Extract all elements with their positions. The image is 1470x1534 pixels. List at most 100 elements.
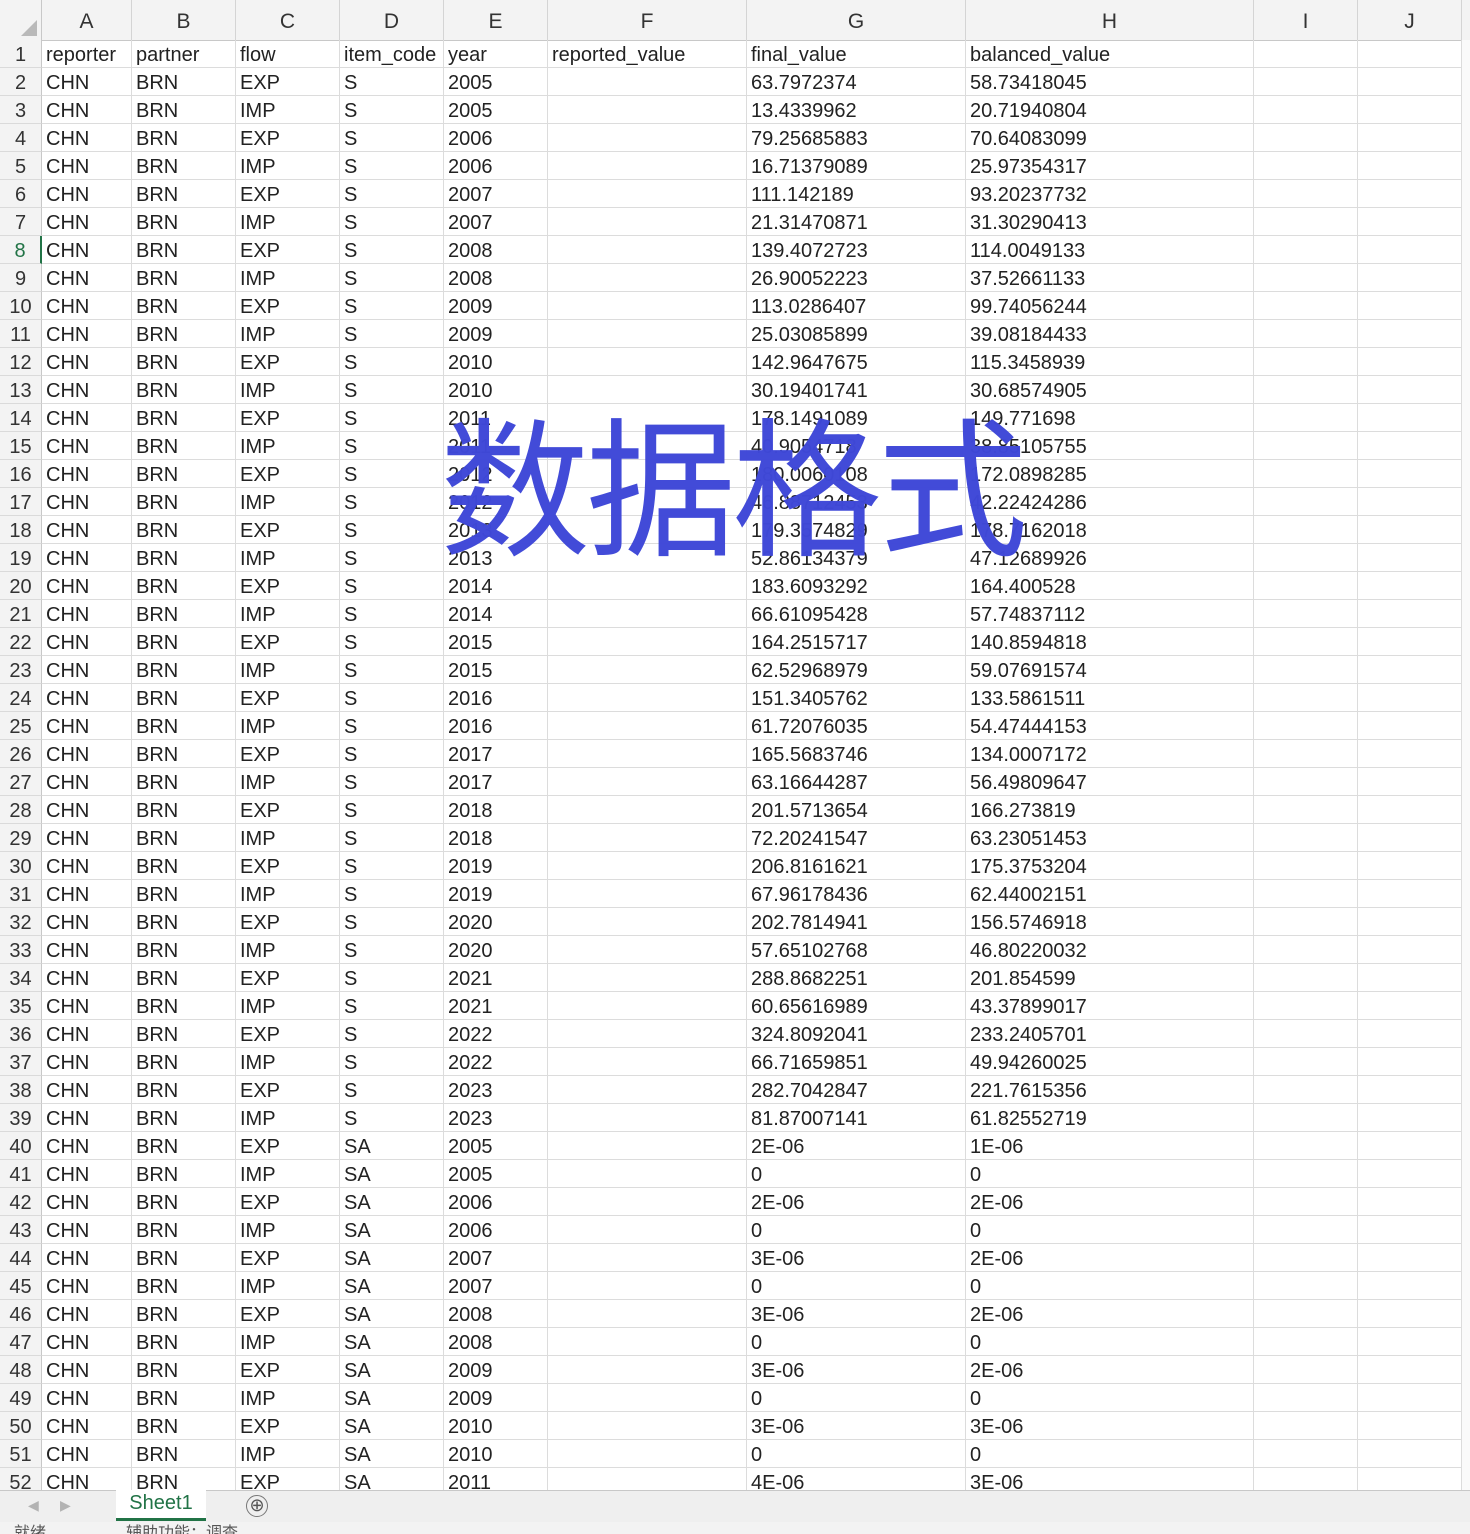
cell-f2[interactable] [548, 68, 747, 96]
cell-e48[interactable]: 2009 [444, 1356, 548, 1384]
cell-c46[interactable]: EXP [236, 1300, 340, 1328]
row-header[interactable]: 48 [0, 1356, 42, 1384]
cell-b25[interactable]: BRN [132, 712, 236, 740]
cell-h34[interactable]: 201.854599 [966, 964, 1254, 992]
cell-i28[interactable] [1254, 796, 1358, 824]
cell-h50[interactable]: 3E-06 [966, 1412, 1254, 1440]
row-header[interactable]: 24 [0, 684, 42, 712]
cell-c19[interactable]: IMP [236, 544, 340, 572]
cell-d6[interactable]: S [340, 180, 444, 208]
cell-a19[interactable]: CHN [42, 544, 132, 572]
cell-c2[interactable]: EXP [236, 68, 340, 96]
cell-c39[interactable]: IMP [236, 1104, 340, 1132]
column-header-j[interactable]: J [1358, 0, 1462, 40]
cell-d29[interactable]: S [340, 824, 444, 852]
cell-a31[interactable]: CHN [42, 880, 132, 908]
cell-a21[interactable]: CHN [42, 600, 132, 628]
cell-h26[interactable]: 134.0007172 [966, 740, 1254, 768]
cell-i43[interactable] [1254, 1216, 1358, 1244]
cell-d34[interactable]: S [340, 964, 444, 992]
row-header[interactable]: 18 [0, 516, 42, 544]
cell-g12[interactable]: 142.9647675 [747, 348, 966, 376]
cell-g50[interactable]: 3E-06 [747, 1412, 966, 1440]
cell-f25[interactable] [548, 712, 747, 740]
cell-e3[interactable]: 2005 [444, 96, 548, 124]
cell-j46[interactable] [1358, 1300, 1462, 1328]
cell-j35[interactable] [1358, 992, 1462, 1020]
cell-d31[interactable]: S [340, 880, 444, 908]
cell-b8[interactable]: BRN [132, 236, 236, 264]
cell-b32[interactable]: BRN [132, 908, 236, 936]
cell-e9[interactable]: 2008 [444, 264, 548, 292]
cell-g4[interactable]: 79.25685883 [747, 124, 966, 152]
cell-h22[interactable]: 140.8594818 [966, 628, 1254, 656]
cell-b28[interactable]: BRN [132, 796, 236, 824]
cell-j21[interactable] [1358, 600, 1462, 628]
row-header[interactable]: 6 [0, 180, 42, 208]
cell-d42[interactable]: SA [340, 1188, 444, 1216]
cell-j17[interactable] [1358, 488, 1462, 516]
cell-j24[interactable] [1358, 684, 1462, 712]
cell-g42[interactable]: 2E-06 [747, 1188, 966, 1216]
accessibility-status-button[interactable]: 辅助功能：调查 [126, 1526, 238, 1534]
cell-d38[interactable]: S [340, 1076, 444, 1104]
cell-f31[interactable] [548, 880, 747, 908]
cell-j43[interactable] [1358, 1216, 1462, 1244]
cell-a15[interactable]: CHN [42, 432, 132, 460]
cell-c43[interactable]: IMP [236, 1216, 340, 1244]
cell-d16[interactable]: S [340, 460, 444, 488]
cell-b41[interactable]: BRN [132, 1160, 236, 1188]
cell-f12[interactable] [548, 348, 747, 376]
cell-d12[interactable]: S [340, 348, 444, 376]
cell-j15[interactable] [1358, 432, 1462, 460]
cell-j45[interactable] [1358, 1272, 1462, 1300]
cell-e32[interactable]: 2020 [444, 908, 548, 936]
cell-b30[interactable]: BRN [132, 852, 236, 880]
cell-i14[interactable] [1254, 404, 1358, 432]
row-header[interactable]: 29 [0, 824, 42, 852]
cell-b49[interactable]: BRN [132, 1384, 236, 1412]
row-header[interactable]: 28 [0, 796, 42, 824]
cell-e12[interactable]: 2010 [444, 348, 548, 376]
cell-g20[interactable]: 183.6093292 [747, 572, 966, 600]
cell-g37[interactable]: 66.71659851 [747, 1048, 966, 1076]
cell-h52[interactable]: 3E-06 [966, 1468, 1254, 1490]
cell-i45[interactable] [1254, 1272, 1358, 1300]
cell-c15[interactable]: IMP [236, 432, 340, 460]
cell-h49[interactable]: 0 [966, 1384, 1254, 1412]
cell-i9[interactable] [1254, 264, 1358, 292]
cell-d7[interactable]: S [340, 208, 444, 236]
column-header-f[interactable]: F [548, 0, 747, 40]
cell-a32[interactable]: CHN [42, 908, 132, 936]
row-header[interactable]: 21 [0, 600, 42, 628]
cell-h31[interactable]: 62.44002151 [966, 880, 1254, 908]
row-header[interactable]: 14 [0, 404, 42, 432]
cell-h44[interactable]: 2E-06 [966, 1244, 1254, 1272]
cell-f8[interactable] [548, 236, 747, 264]
cell-a3[interactable]: CHN [42, 96, 132, 124]
cell-g45[interactable]: 0 [747, 1272, 966, 1300]
cell-h42[interactable]: 2E-06 [966, 1188, 1254, 1216]
cell-j13[interactable] [1358, 376, 1462, 404]
cell-a7[interactable]: CHN [42, 208, 132, 236]
cell-j38[interactable] [1358, 1076, 1462, 1104]
cell-j11[interactable] [1358, 320, 1462, 348]
cell-f30[interactable] [548, 852, 747, 880]
cell-b18[interactable]: BRN [132, 516, 236, 544]
cell-c28[interactable]: EXP [236, 796, 340, 824]
cell-c34[interactable]: EXP [236, 964, 340, 992]
cell-h38[interactable]: 221.7615356 [966, 1076, 1254, 1104]
cell-b1[interactable]: partner [132, 40, 236, 68]
row-header[interactable]: 35 [0, 992, 42, 1020]
cell-g14[interactable]: 178.1491089 [747, 404, 966, 432]
cell-i49[interactable] [1254, 1384, 1358, 1412]
cell-f33[interactable] [548, 936, 747, 964]
cell-i27[interactable] [1254, 768, 1358, 796]
cell-c12[interactable]: EXP [236, 348, 340, 376]
cell-i6[interactable] [1254, 180, 1358, 208]
cell-b38[interactable]: BRN [132, 1076, 236, 1104]
cell-e47[interactable]: 2008 [444, 1328, 548, 1356]
cell-h27[interactable]: 56.49809647 [966, 768, 1254, 796]
cell-g7[interactable]: 21.31470871 [747, 208, 966, 236]
cell-h13[interactable]: 30.68574905 [966, 376, 1254, 404]
